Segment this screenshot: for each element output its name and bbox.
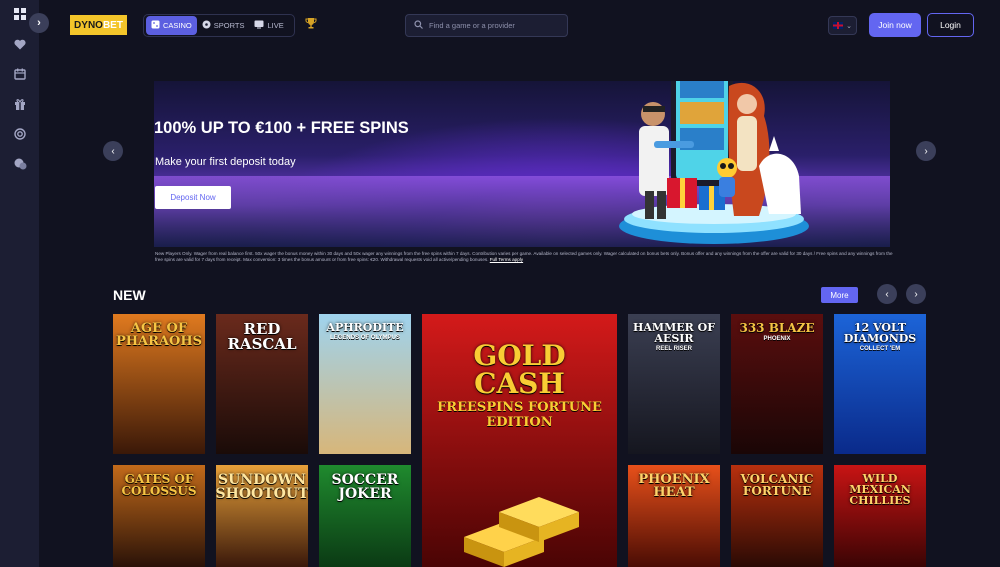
game-tile[interactable]: SOCCER JOKER	[319, 465, 411, 567]
game-tile-featured[interactable]: GOLD CASH FREESPINS FORTUNE EDITION	[422, 314, 617, 567]
full-terms-link[interactable]: Full Terms apply	[490, 257, 523, 262]
banner-next-button[interactable]: ›	[916, 141, 936, 161]
target-icon[interactable]	[11, 125, 29, 143]
game-tile[interactable]: GATES OF COLOSSUS	[113, 465, 205, 567]
banner-prev-button[interactable]: ‹	[103, 141, 123, 161]
game-subtitle: REEL RISER	[656, 346, 692, 352]
tab-sports[interactable]: SPORTS	[197, 16, 250, 35]
game-title: RED RASCAL	[227, 320, 297, 353]
game-title: SUNDOWN SHOOTOUT	[216, 472, 308, 502]
game-tile[interactable]: APHRODITE LEGENDS OF OLYMPUS	[319, 314, 411, 454]
game-tile[interactable]: AGE OF PHARAOHS	[113, 314, 205, 454]
language-selector[interactable]: ⌄	[828, 16, 857, 35]
gold-bars-image	[464, 497, 579, 567]
soccer-ball-icon	[202, 20, 211, 31]
game-subtitle: PHOENIX	[763, 336, 791, 342]
chevron-right-icon: ›	[924, 145, 928, 157]
chat-icon[interactable]	[11, 155, 29, 173]
chevron-left-icon: ‹	[111, 145, 115, 157]
left-sidebar	[0, 0, 39, 567]
sidebar-toggle-button[interactable]: ›	[29, 13, 49, 33]
chevron-right-icon: ›	[37, 17, 41, 29]
game-title: WILD MEXICAN CHILLIES	[849, 472, 911, 507]
games-next-button[interactable]: ›	[906, 284, 926, 304]
game-tile[interactable]: HAMMER OF AESIR REEL RISER	[628, 314, 720, 454]
game-tile[interactable]: 12 VOLT DIAMONDS COLLECT 'EM	[834, 314, 926, 454]
game-title: AGE OF PHARAOHS	[115, 321, 203, 349]
chevron-left-icon: ‹	[885, 288, 889, 300]
heart-icon[interactable]	[11, 35, 29, 53]
promo-banner[interactable]: 100% UP TO €100 + FREE SPINS Make your f…	[154, 81, 890, 247]
game-title: VOLCANIC FORTUNE	[740, 472, 814, 498]
tab-casino[interactable]: CASINO	[146, 16, 197, 35]
game-tile[interactable]: SUNDOWN SHOOTOUT	[216, 465, 308, 567]
game-title: HAMMER OF AESIR	[632, 321, 716, 345]
search-icon	[414, 20, 423, 31]
brand-logo[interactable]: DYNO BET	[70, 15, 127, 35]
join-now-button[interactable]: Join now	[869, 13, 921, 37]
deposit-now-button[interactable]: Deposit Now	[155, 186, 231, 209]
game-tile[interactable]: VOLCANIC FORTUNE	[731, 465, 823, 567]
game-subtitle: LEGENDS OF OLYMPUS	[330, 335, 400, 341]
uk-flag-icon	[833, 22, 844, 29]
product-tabs: CASINO SPORTS LIVE	[143, 14, 295, 37]
banner-title: 100% UP TO €100 + FREE SPINS	[154, 119, 409, 137]
game-subtitle: COLLECT 'EM	[859, 346, 901, 352]
game-title: GOLD CASH	[473, 339, 566, 400]
trophy-icon[interactable]	[305, 17, 317, 32]
live-icon	[254, 20, 264, 31]
game-tile[interactable]: RED RASCAL	[216, 314, 308, 454]
more-button[interactable]: More	[821, 287, 858, 303]
search-input[interactable]	[429, 21, 559, 30]
game-tile[interactable]: 333 BLAZE PHOENIX	[731, 314, 823, 454]
banner-illustration	[619, 81, 809, 244]
tab-live[interactable]: LIVE	[249, 16, 288, 35]
game-tile[interactable]: WILD MEXICAN CHILLIES	[834, 465, 926, 567]
section-title-new: NEW	[113, 287, 146, 303]
login-button[interactable]: Login	[927, 13, 974, 37]
game-title: PHOENIX HEAT	[638, 472, 710, 500]
game-title: SOCCER JOKER	[331, 472, 399, 502]
banner-disclaimer: New Players Only. Wager from real balanc…	[155, 251, 893, 262]
game-title: APHRODITE	[326, 321, 404, 334]
game-subtitle: FREESPINS FORTUNE EDITION	[437, 400, 602, 430]
game-title: 333 BLAZE	[739, 321, 815, 335]
games-prev-button[interactable]: ‹	[877, 284, 897, 304]
gift-icon[interactable]	[11, 95, 29, 113]
chevron-down-icon: ⌄	[846, 22, 852, 30]
chevron-right-icon: ›	[914, 288, 918, 300]
banner-subtitle: Make your first deposit today	[155, 156, 296, 168]
calendar-icon[interactable]	[11, 65, 29, 83]
game-tile[interactable]: PHOENIX HEAT	[628, 465, 720, 567]
search-box[interactable]	[405, 14, 568, 37]
game-title: 12 VOLT DIAMONDS	[843, 321, 917, 345]
game-title: GATES OF COLOSSUS	[121, 472, 197, 498]
grid-icon[interactable]	[11, 5, 29, 23]
casino-icon	[151, 20, 160, 31]
